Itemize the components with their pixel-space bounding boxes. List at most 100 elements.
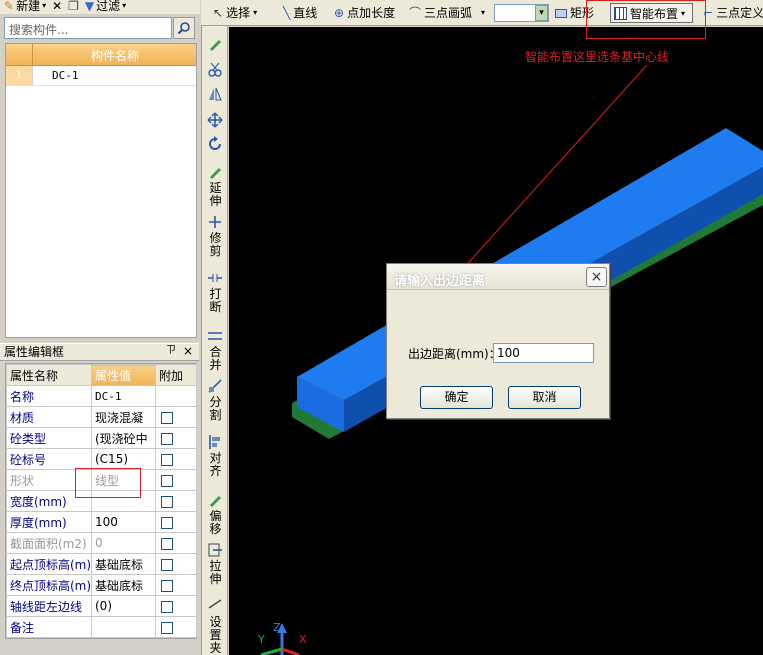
delete-icon: ✕	[52, 0, 63, 13]
search-button[interactable]	[173, 17, 195, 39]
annotation-text: 智能布置这里选条基中心线	[525, 50, 670, 64]
chevron-down-icon: ▾	[253, 8, 258, 17]
filter-button[interactable]: ▼ 过滤 ▾	[85, 0, 126, 12]
property-value[interactable]: 基础底标	[91, 574, 156, 596]
pin-icon[interactable]: ㄗ	[164, 345, 178, 358]
attach-checkbox[interactable]	[161, 495, 173, 508]
left-toolbar: ✎ 新建 ▾ ✕ ❐ ▼ 过滤 ▾	[0, 0, 200, 14]
dialog-titlebar[interactable]: 请输入出边距离 ×	[387, 264, 609, 290]
table-row: 起点顶标高(m) 基础底标	[6, 553, 197, 575]
rect-icon	[555, 8, 567, 18]
attach-checkbox[interactable]	[161, 600, 173, 613]
scissors-icon[interactable]	[207, 62, 223, 78]
property-name: 厚度(mm)	[6, 511, 92, 533]
close-icon[interactable]: ×	[586, 267, 607, 287]
attach-checkbox[interactable]	[161, 558, 173, 571]
ok-button[interactable]: 确定	[420, 386, 493, 409]
pen-icon[interactable]	[207, 36, 223, 52]
new-icon: ✎	[4, 0, 15, 13]
offset-icon	[210, 496, 221, 507]
three-point-define-button[interactable]: ⌐ 三点定义	[703, 4, 763, 22]
table-row: 砼标号 (C15)	[6, 448, 197, 470]
attach-checkbox[interactable]	[161, 621, 173, 634]
chevron-down-icon: ▾	[481, 8, 486, 17]
property-name: 终点顶标高(m)	[6, 574, 92, 596]
point-length-button[interactable]: ⊕ 点加长度	[334, 4, 395, 22]
align-button[interactable]: 对齐	[204, 452, 227, 478]
cursor-icon: ↖	[213, 6, 224, 20]
column-header-attach: 附加	[155, 364, 197, 386]
set-clamp-button[interactable]: 设置夹	[204, 616, 227, 655]
property-value[interactable]: (现浇砼中	[91, 427, 156, 449]
axis-label-x: X	[299, 633, 307, 646]
cancel-button[interactable]: 取消	[508, 386, 581, 409]
component-list: 构件名称 1 DC-1	[5, 43, 197, 338]
merge-button[interactable]: 合并	[204, 346, 227, 372]
close-icon[interactable]: ×	[181, 345, 195, 358]
search-icon	[177, 22, 190, 35]
row-index: 1	[6, 66, 33, 85]
rotate-icon[interactable]	[207, 136, 223, 152]
trim-icon	[209, 216, 221, 228]
list-item[interactable]: 1 DC-1	[6, 66, 196, 86]
column-header-name: 构件名称	[90, 49, 139, 63]
point-length-icon: ⊕	[334, 6, 345, 20]
extend-icon	[210, 168, 221, 179]
table-row: 砼类型 (现浇砼中	[6, 427, 197, 449]
attach-checkbox[interactable]	[161, 411, 173, 424]
property-name: 材质	[6, 406, 92, 428]
split-button[interactable]: 分割	[204, 396, 227, 422]
table-row: 轴线距左边线 (0)	[6, 595, 197, 617]
attach-checkbox[interactable]	[161, 537, 173, 550]
component-name: DC-1	[52, 69, 79, 82]
arc-icon: ⌒	[409, 6, 422, 20]
property-value[interactable]: (0)	[91, 595, 156, 617]
attach-checkbox[interactable]	[161, 474, 173, 487]
offset-distance-input[interactable]	[493, 343, 594, 363]
property-value[interactable]	[91, 616, 156, 638]
property-name: 轴线距左边线	[6, 595, 92, 617]
offset-button[interactable]: 偏移	[204, 510, 227, 536]
property-value[interactable]: 100	[91, 511, 156, 533]
break-button[interactable]: 打断	[204, 288, 227, 314]
property-name: 起点顶标高(m)	[6, 553, 92, 575]
attach-checkbox[interactable]	[161, 516, 173, 529]
chevron-down-icon: ▾	[122, 1, 127, 10]
attach-checkbox[interactable]	[161, 453, 173, 466]
mirror-icon[interactable]	[207, 86, 223, 102]
extend-button[interactable]: 延伸	[204, 182, 227, 208]
select-arrow-icon[interactable]: ▾	[535, 5, 548, 21]
move-icon[interactable]	[207, 112, 223, 128]
select-button[interactable]: ↖ 选择 ▾	[213, 4, 257, 22]
offset-distance-dialog: 请输入出边距离 × 出边距离(mm)： 确定 取消	[386, 263, 610, 419]
attach-checkbox[interactable]	[161, 432, 173, 445]
axis-label-z: Z	[273, 621, 281, 634]
three-point-arc-button[interactable]: ⌒ 三点画弧 ▾	[409, 4, 485, 22]
table-row: 备注	[6, 616, 197, 638]
line-icon: ╲	[283, 6, 291, 20]
merge-icon	[208, 332, 222, 340]
property-value[interactable]: 现浇混凝	[91, 406, 156, 428]
line-button[interactable]: ╲ 直线	[283, 4, 317, 22]
column-header-property-name: 属性名称	[6, 364, 92, 386]
property-value[interactable]: (C15)	[91, 448, 156, 470]
trim-button[interactable]: 修剪	[204, 232, 227, 258]
property-value[interactable]: DC-1	[91, 385, 156, 407]
property-value[interactable]: 基础底标	[91, 553, 156, 575]
table-row: 名称 DC-1	[6, 385, 197, 407]
new-button[interactable]: ✎ 新建 ▾	[4, 0, 46, 12]
delete-button[interactable]: ✕	[52, 0, 62, 12]
property-name: 砼类型	[6, 427, 92, 449]
column-header-property-value: 属性值	[91, 364, 156, 386]
property-name: 备注	[6, 616, 92, 638]
property-name: 截面面积(m2)	[6, 532, 92, 554]
annotation-highlight-box	[586, 0, 706, 39]
copy-button[interactable]: ❐	[68, 0, 79, 12]
break-icon	[208, 274, 222, 282]
dialog-title: 请输入出边距离	[394, 274, 486, 289]
table-row: 材质 现浇混凝	[6, 406, 197, 428]
search-input[interactable]: 搜索构件...	[4, 17, 172, 39]
stretch-button[interactable]: 拉伸	[204, 560, 227, 586]
offset-distance-label: 出边距离(mm)：	[408, 347, 501, 361]
attach-checkbox[interactable]	[161, 579, 173, 592]
